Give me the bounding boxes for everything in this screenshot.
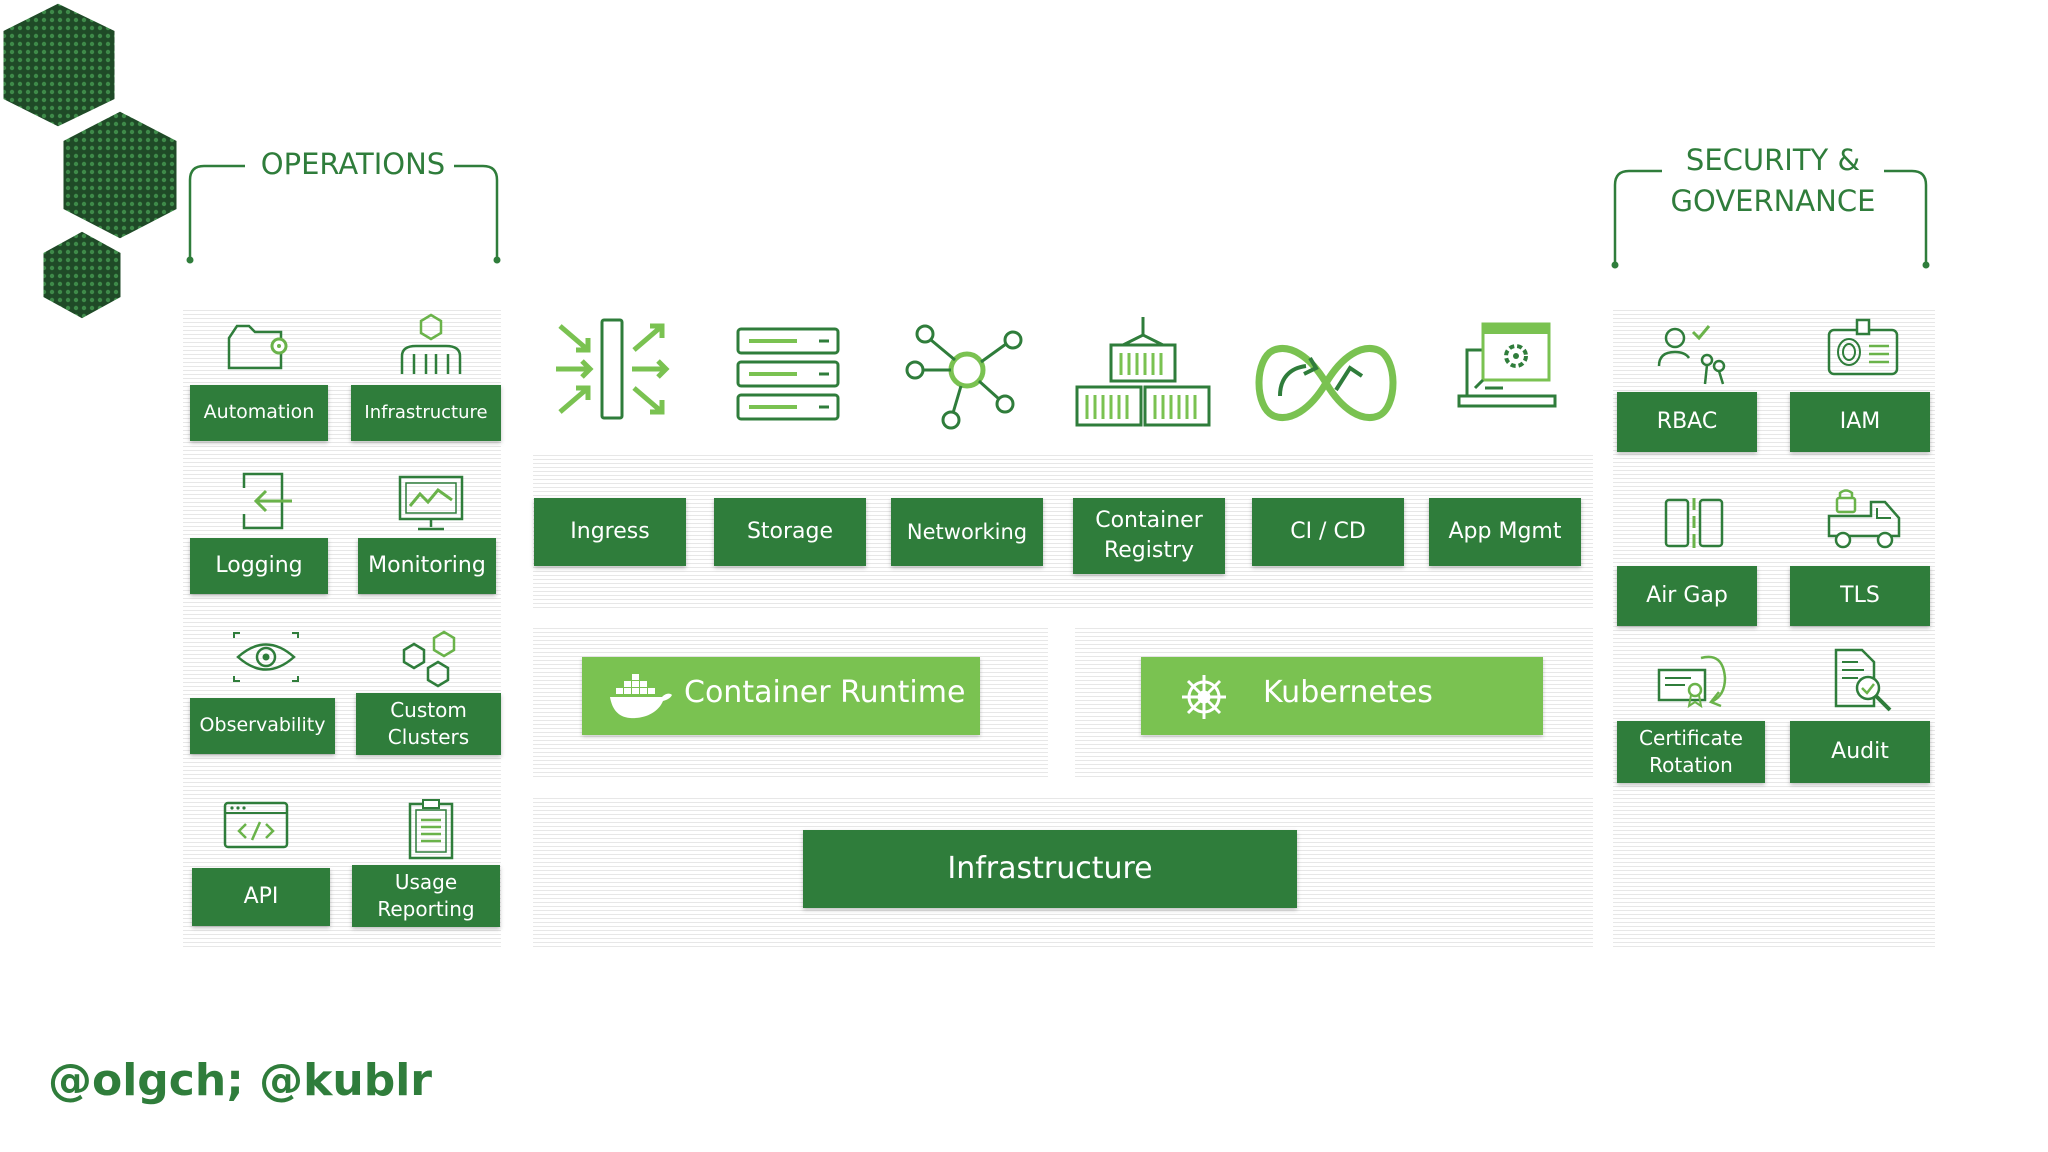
user-keys-icon [1655,322,1735,386]
certificate-icon [1655,648,1735,712]
container-runtime-button[interactable]: Container Runtime [582,657,980,735]
custom-clusters-button[interactable]: Custom Clusters [356,693,501,755]
docker-whale-icon [608,671,674,721]
ingress-arrows-icon [550,316,672,422]
usage-reporting-button[interactable]: Usage Reporting [352,865,500,927]
hexagons-icon [396,628,466,692]
building-icon [396,312,466,378]
app-mgmt-button[interactable]: App Mgmt [1429,498,1581,566]
cicd-button[interactable]: CI / CD [1252,498,1404,566]
security-heading-line2: GOVERNANCE [1670,184,1876,219]
storage-button[interactable]: Storage [714,498,866,566]
helm-wheel-icon [1179,672,1229,722]
eye-icon [230,630,302,684]
logging-button[interactable]: Logging [190,538,328,594]
monitoring-button[interactable]: Monitoring [358,538,496,594]
observability-button[interactable]: Observability [190,698,335,754]
automation-button[interactable]: Automation [190,385,328,441]
login-icon [234,470,298,532]
laptop-gear-icon [1455,320,1559,424]
kubernetes-label: Kubernetes [1263,675,1433,710]
hexagon-decoration [0,0,180,322]
iam-button[interactable]: IAM [1790,392,1930,452]
folder-gear-icon [225,318,293,374]
rbac-button[interactable]: RBAC [1617,392,1757,452]
infrastructure-button[interactable]: Infrastructure [803,830,1297,908]
kubernetes-button[interactable]: Kubernetes [1141,657,1543,735]
tls-button[interactable]: TLS [1790,566,1930,626]
container-runtime-label: Container Runtime [684,675,966,710]
lock-truck-icon [1825,488,1903,552]
container-registry-button[interactable]: Container Registry [1073,498,1225,574]
infinity-loop-icon [1250,338,1402,428]
security-heading: SECURITY & GOVERNANCE [1662,140,1884,223]
storage-server-icon [735,325,841,423]
network-hub-icon [905,318,1025,430]
networking-button[interactable]: Networking [891,498,1043,566]
container-stack-icon [1075,315,1211,427]
audit-button[interactable]: Audit [1790,721,1930,783]
fingerprint-card-icon [1825,318,1901,378]
infrastructure-ops-button[interactable]: Infrastructure [351,385,501,441]
api-button[interactable]: API [192,868,330,926]
ingress-button[interactable]: Ingress [534,498,686,566]
document-search-icon [1832,648,1894,712]
clipboard-icon [406,798,456,860]
monitor-chart-icon [396,474,466,532]
twitter-handle: @olgch; @kublr [48,1055,432,1106]
operations-heading: OPERATIONS [252,144,454,186]
certificate-rotation-button[interactable]: Certificate Rotation [1617,721,1765,783]
code-window-icon [222,800,290,850]
air-gap-icon [1662,496,1726,550]
security-heading-line1: SECURITY & [1685,143,1861,177]
air-gap-button[interactable]: Air Gap [1617,566,1757,626]
